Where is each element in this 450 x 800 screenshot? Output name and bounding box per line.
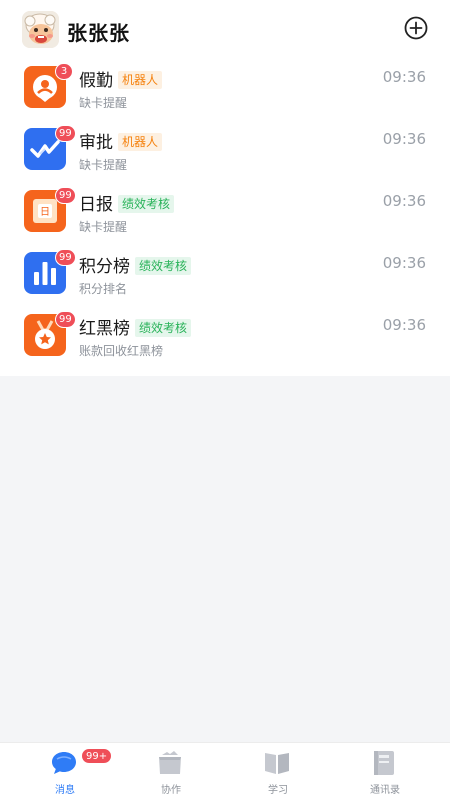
book-icon bbox=[264, 750, 290, 780]
svg-text:日: 日 bbox=[40, 207, 50, 218]
tab-label: 通讯录 bbox=[370, 785, 400, 796]
message-title: 日报 bbox=[79, 195, 113, 215]
header: 张张张 bbox=[0, 0, 450, 60]
tab-messages[interactable]: 99+ 消息 bbox=[9, 743, 121, 800]
unread-badge: 99 bbox=[55, 125, 76, 142]
unread-badge: 99 bbox=[55, 311, 76, 328]
message-time: 09:36 bbox=[382, 316, 426, 334]
message-subtitle: 账款回收红黑榜 bbox=[79, 344, 164, 358]
message-subtitle: 积分排名 bbox=[79, 282, 128, 296]
bottom-tab-bar: 99+ 消息 协作 学习 通讯录 bbox=[0, 742, 450, 800]
tab-label: 协作 bbox=[161, 785, 181, 796]
tab-collaboration[interactable]: 协作 bbox=[115, 743, 227, 800]
message-tag: 机器人 bbox=[118, 133, 163, 151]
message-subtitle: 缺卡提醒 bbox=[79, 96, 128, 110]
message-item-approval[interactable]: 99 审批 机器人 09:36 缺卡提醒 bbox=[0, 122, 450, 184]
user-name: 张张张 bbox=[67, 21, 130, 45]
tab-label: 消息 bbox=[55, 785, 75, 796]
unread-badge: 99 bbox=[55, 187, 76, 204]
top-panel: 张张张 3 假勤 机器人 09:36 缺卡提醒 99 审批 机器人 09:36 … bbox=[0, 0, 450, 376]
unread-badge: 99 bbox=[55, 249, 76, 266]
message-item-attendance[interactable]: 3 假勤 机器人 09:36 缺卡提醒 bbox=[0, 60, 450, 122]
message-time: 09:36 bbox=[382, 68, 426, 86]
message-time: 09:36 bbox=[382, 130, 426, 148]
plus-circle-icon bbox=[404, 16, 428, 40]
tab-learning[interactable]: 学习 bbox=[222, 743, 334, 800]
message-subtitle: 缺卡提醒 bbox=[79, 220, 128, 234]
message-title: 积分榜 bbox=[79, 257, 130, 277]
message-title: 审批 bbox=[79, 133, 113, 153]
message-title: 红黑榜 bbox=[79, 319, 130, 339]
contacts-book-icon bbox=[371, 750, 397, 780]
chat-bubble-icon bbox=[51, 750, 77, 780]
tab-label: 学习 bbox=[268, 785, 288, 796]
message-time: 09:36 bbox=[382, 254, 426, 272]
tab-contacts[interactable]: 通讯录 bbox=[329, 743, 441, 800]
tab-unread-badge: 99+ bbox=[81, 748, 113, 764]
unread-badge: 3 bbox=[55, 63, 73, 80]
add-button[interactable] bbox=[404, 16, 428, 40]
message-title: 假勤 bbox=[79, 71, 113, 91]
message-tag: 绩效考核 bbox=[118, 195, 175, 213]
message-tag: 绩效考核 bbox=[135, 257, 192, 275]
message-list: 3 假勤机器人 09:36 缺卡提醒 99 审批机器人 09:36 缺卡提醒 bbox=[0, 60, 450, 376]
avatar-cartoon-image bbox=[22, 11, 59, 48]
message-tag: 机器人 bbox=[118, 71, 163, 89]
avatar[interactable] bbox=[22, 11, 59, 48]
message-tag: 绩效考核 bbox=[135, 319, 192, 337]
folder-icon bbox=[157, 750, 183, 780]
message-item-red-black-list[interactable]: 99 红黑榜 绩效考核 09:36 账款回收红黑榜 bbox=[0, 308, 450, 370]
message-item-daily-report[interactable]: 日 99 日报 绩效考核 09:36 缺卡提醒 bbox=[0, 184, 450, 246]
message-time: 09:36 bbox=[382, 192, 426, 210]
message-subtitle: 缺卡提醒 bbox=[79, 158, 128, 172]
message-item-points-ranking[interactable]: 99 积分榜 绩效考核 09:36 积分排名 bbox=[0, 246, 450, 308]
